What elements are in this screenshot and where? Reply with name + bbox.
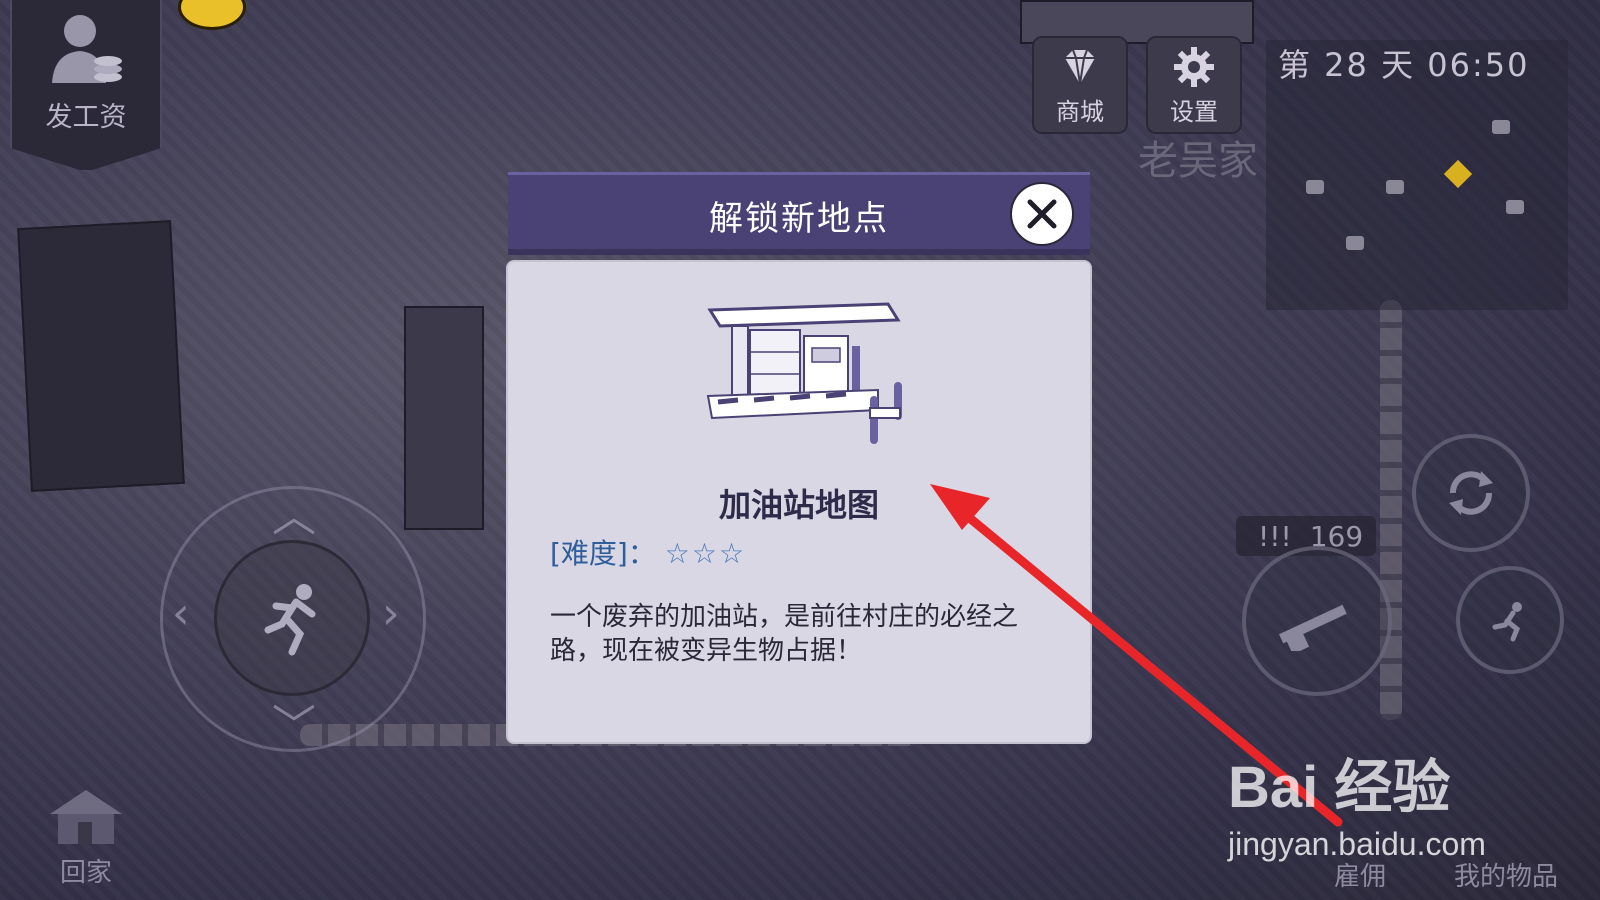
minimap-marker (1492, 120, 1510, 134)
baidu-watermark: Bai 经验 (1228, 755, 1451, 820)
joystick-right-icon: › (382, 588, 400, 639)
attack-button[interactable] (1242, 546, 1392, 696)
settings-label: 设置 (1170, 97, 1218, 126)
joystick-left-icon: ‹ (172, 588, 190, 639)
refresh-icon (1449, 471, 1493, 515)
doormat (404, 306, 484, 530)
diamond-icon (1065, 49, 1095, 84)
day-time-display: 第 28 天 06:50 (1278, 46, 1530, 84)
close-button[interactable] (1010, 182, 1074, 246)
fence-left (17, 220, 185, 492)
joystick-up-icon: ︿ (272, 491, 316, 542)
worker-coins-icon (52, 15, 122, 83)
map-description: 一个废弃的加油站，是前往村庄的必经之路，现在被变异生物占据！ (550, 602, 1019, 666)
house-icon[interactable] (44, 786, 128, 846)
minimap-marker (1386, 180, 1404, 194)
difficulty-label: [难度]： (550, 537, 656, 570)
go-home-label[interactable]: 回家 (60, 852, 112, 889)
joystick-down-icon: ﹀ (272, 701, 316, 752)
shop-label: 商城 (1056, 97, 1104, 126)
pay-salary-label: 发工资 (45, 102, 127, 133)
settings-button[interactable]: 设置 (1146, 36, 1242, 134)
pay-salary-button[interactable]: 发工资 (10, 0, 162, 172)
running-man-icon (264, 584, 316, 656)
gas-station-illustration (706, 302, 902, 444)
baidu-watermark-url: jingyan.baidu.com (1228, 826, 1486, 862)
dash-icon (1492, 602, 1522, 642)
minimap-marker (1306, 180, 1324, 194)
unlock-dialog-header: 解锁新地点 (508, 172, 1090, 255)
joystick-knob[interactable] (214, 540, 370, 696)
difficulty-stars: ☆☆☆ (664, 537, 747, 570)
unlock-dialog-body: 加油站地图 [难度]： ☆☆☆ 一个废弃的加油站，是前往村庄的必经之路，现在被变… (508, 262, 1090, 742)
stone-border-right (1380, 300, 1402, 720)
ammo-indicator: !!! (1258, 519, 1292, 553)
switch-weapon-button[interactable] (1412, 434, 1530, 552)
rifle-icon (1279, 604, 1347, 651)
minimap-marker (1506, 200, 1524, 214)
location-sign: 老吴家 (1138, 138, 1258, 184)
minimap-waypoint-icon (1443, 159, 1473, 189)
close-icon (1027, 199, 1057, 229)
shop-button[interactable]: 商城 (1032, 36, 1128, 134)
sprint-button[interactable] (1456, 566, 1564, 674)
gear-icon (1174, 46, 1214, 87)
map-name: 加油站地图 (718, 486, 879, 524)
unlock-dialog-title: 解锁新地点 (709, 198, 889, 239)
difficulty-row: [难度]： ☆☆☆ (550, 532, 746, 572)
minimap-marker (1346, 236, 1364, 250)
